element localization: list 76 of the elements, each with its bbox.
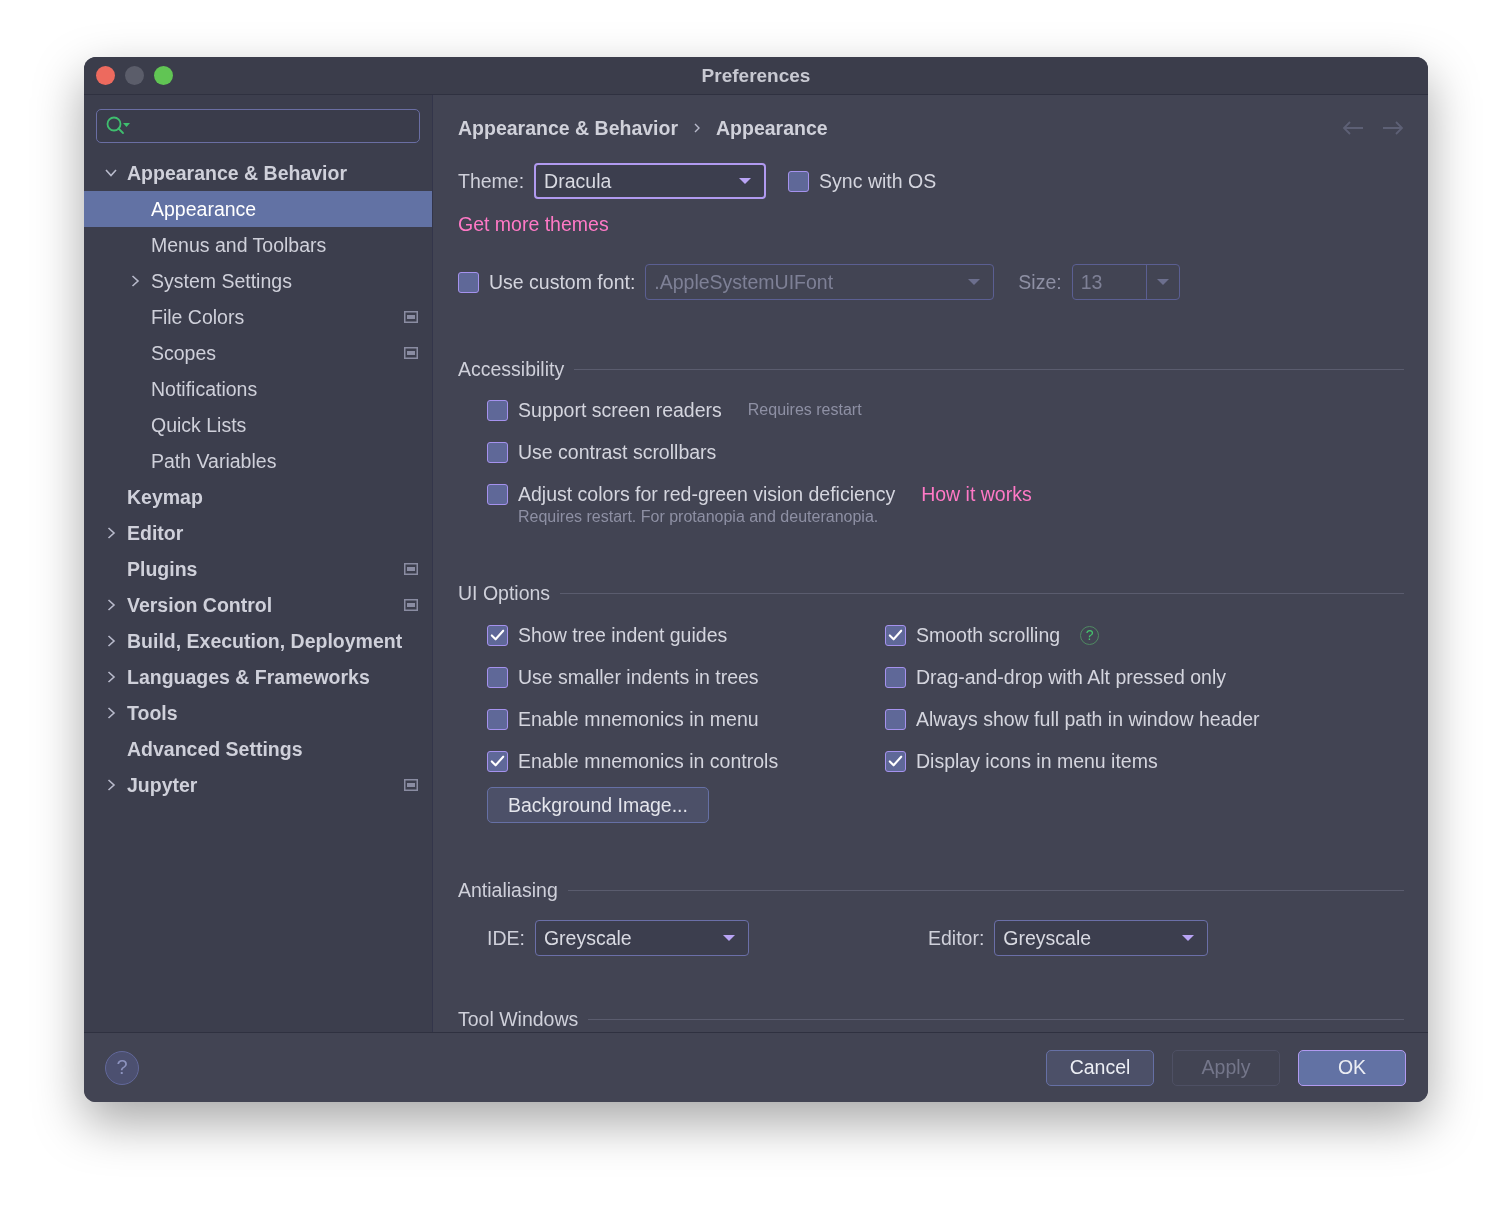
caret-icon: [967, 278, 982, 286]
tree-item[interactable]: Jupyter: [84, 767, 432, 803]
field-label: IDE:: [487, 926, 525, 950]
tree-item[interactable]: File Colors: [84, 299, 432, 335]
checkbox[interactable]: [487, 750, 508, 772]
hint-text: Requires restart: [747, 401, 862, 419]
breadcrumb-item[interactable]: Appearance & Behavior: [458, 116, 678, 140]
section-title: Accessibility: [458, 357, 565, 381]
dropdown[interactable]: Dracula: [534, 163, 767, 199]
link[interactable]: Get more themes: [458, 212, 609, 236]
tree-item[interactable]: Scopes: [84, 335, 432, 371]
caret-icon: [738, 177, 753, 185]
caret-icon: [1155, 278, 1170, 286]
dialog-button[interactable]: Cancel: [1046, 1049, 1154, 1086]
caret-icon: [1181, 934, 1196, 942]
field-label: Size:: [1018, 270, 1062, 294]
hint-text: Requires restart. For protanopia and deuteranopia.: [517, 508, 880, 527]
window-title: Preferences: [701, 64, 811, 87]
checkbox-label[interactable]: Use contrast scrollbars: [518, 440, 717, 464]
checkbox-label[interactable]: Display icons in menu items: [916, 749, 1158, 773]
tree-item[interactable]: System Settings: [84, 263, 432, 299]
field-label: Theme:: [458, 169, 525, 193]
tree-item[interactable]: Advanced Settings: [84, 731, 432, 767]
forward-arrow-icon: [1382, 121, 1404, 135]
section-title: Antialiasing: [458, 878, 558, 902]
close-button[interactable]: [96, 66, 115, 85]
checkbox-label[interactable]: Use smaller indents in trees: [518, 665, 759, 689]
breadcrumb-item[interactable]: Appearance: [716, 116, 828, 140]
tree-item[interactable]: Version Control: [84, 587, 432, 623]
checkbox-label[interactable]: Enable mnemonics in controls: [518, 749, 779, 773]
checkbox[interactable]: [885, 666, 906, 688]
search-field[interactable]: [96, 109, 420, 143]
checkbox-label[interactable]: Sync with OS: [819, 169, 937, 193]
field-label: Editor:: [928, 926, 985, 950]
zoom-button[interactable]: [154, 66, 173, 85]
dialog-button[interactable]: OK: [1298, 1049, 1406, 1086]
checkbox[interactable]: [885, 624, 906, 646]
caret-icon: [721, 934, 736, 942]
background-image-button[interactable]: Background Image...: [487, 787, 709, 823]
tree-item[interactable]: Languages & Frameworks: [84, 659, 432, 695]
checkbox[interactable]: [885, 708, 906, 730]
checkbox-label[interactable]: Smooth scrolling: [916, 623, 1061, 647]
tree-item[interactable]: Keymap: [84, 479, 432, 515]
checkbox-label[interactable]: Adjust colors for red-green vision deficiency: [518, 482, 896, 506]
checkbox[interactable]: [487, 399, 508, 421]
checkbox-label[interactable]: Enable mnemonics in menu: [518, 707, 759, 731]
tree-item[interactable]: Tools: [84, 695, 432, 731]
tree-item[interactable]: Appearance: [84, 191, 432, 227]
search-icon: [105, 115, 131, 137]
checkbox[interactable]: [487, 483, 508, 505]
checkbox[interactable]: [487, 708, 508, 730]
tree-item[interactable]: Quick Lists: [84, 407, 432, 443]
tree-item[interactable]: Plugins: [84, 551, 432, 587]
tree-item[interactable]: Menus and Toolbars: [84, 227, 432, 263]
checkbox-label[interactable]: Show tree indent guides: [518, 623, 728, 647]
tree-item[interactable]: Editor: [84, 515, 432, 551]
tree-item[interactable]: Notifications: [84, 371, 432, 407]
checkbox-label[interactable]: Drag-and-drop with Alt pressed only: [916, 665, 1226, 689]
back-arrow-icon: [1342, 121, 1364, 135]
checkbox-label[interactable]: Always show full path in window header: [916, 707, 1260, 731]
chevron-right-icon: [692, 122, 702, 134]
checkbox[interactable]: [487, 624, 508, 646]
dropdown[interactable]: Greyscale: [534, 920, 749, 956]
checkbox[interactable]: [885, 750, 906, 772]
checkbox-label[interactable]: Support screen readers: [518, 398, 722, 422]
checkbox[interactable]: [487, 666, 508, 688]
section-title: UI Options: [458, 581, 551, 605]
dropdown[interactable]: Greyscale: [994, 920, 1209, 956]
tree-item[interactable]: Appearance & Behavior: [84, 155, 432, 191]
help-icon[interactable]: ?: [1080, 625, 1100, 645]
checkbox[interactable]: [487, 441, 508, 463]
link[interactable]: How it works: [921, 482, 1032, 506]
tree-item[interactable]: Build, Execution, Deployment: [84, 623, 432, 659]
checkbox[interactable]: [788, 170, 810, 192]
section-title: Tool Windows: [458, 1007, 579, 1031]
tree-item[interactable]: Path Variables: [84, 443, 432, 479]
